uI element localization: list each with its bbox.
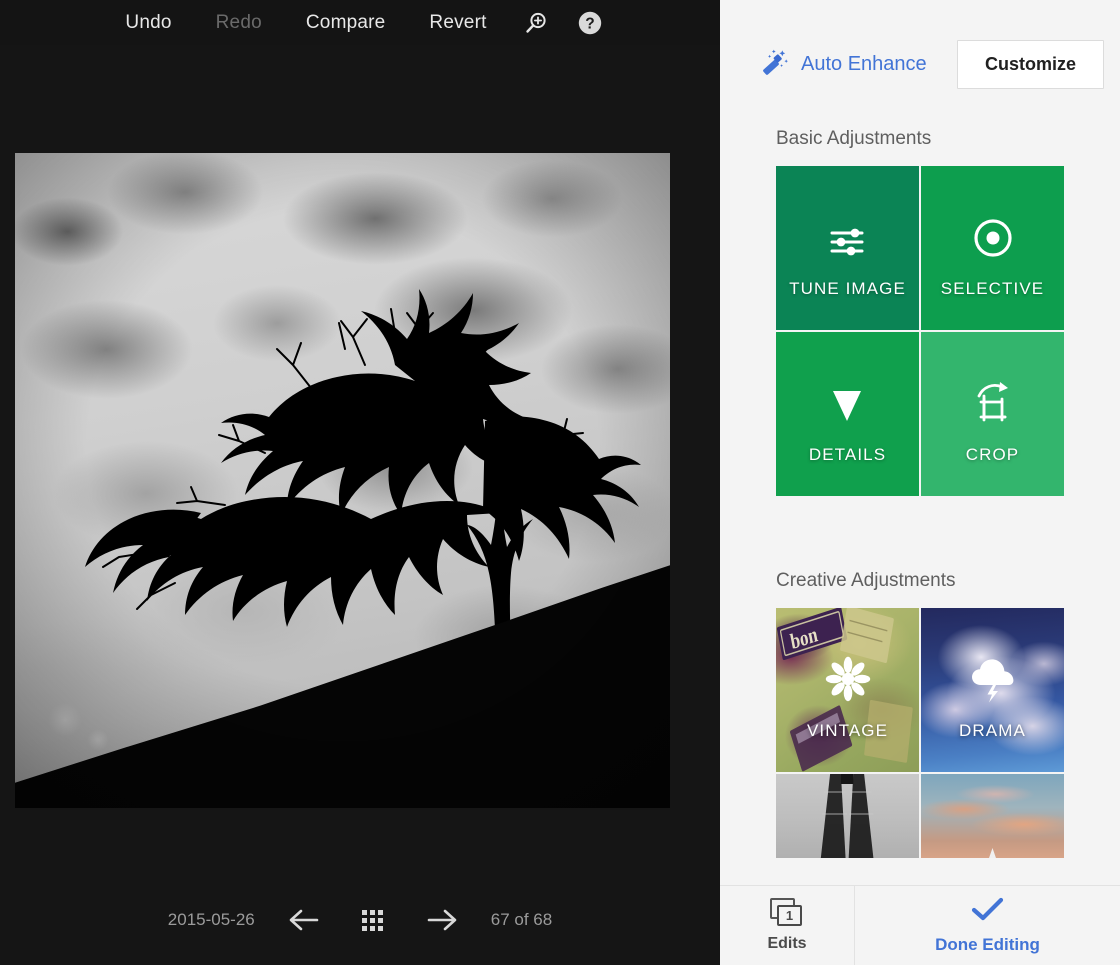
triangle-down-icon [824, 363, 870, 427]
tile-creative-3[interactable] [776, 774, 919, 858]
creative-adjustments-grid: bon VINTAGE DRAMA [776, 608, 1064, 858]
tile-crop[interactable]: CROP [921, 332, 1064, 496]
edits-label: Edits [767, 935, 807, 952]
done-editing-button[interactable]: Done Editing [855, 886, 1120, 965]
sliders-icon [824, 197, 870, 261]
customize-button[interactable]: Customize [956, 39, 1104, 89]
undo-button[interactable]: Undo [103, 0, 193, 45]
photo-canvas[interactable] [15, 153, 670, 808]
compare-button[interactable]: Compare [284, 0, 408, 45]
panel-bottom-bar: 1 Edits Done Editing [720, 885, 1120, 965]
tile-vintage[interactable]: bon VINTAGE [776, 608, 919, 772]
edit-toolbar: Undo Redo Compare Revert ? [0, 0, 720, 45]
photo-counter: 67 of 68 [490, 910, 553, 929]
creative-adjustments-title: Creative Adjustments [776, 570, 956, 591]
tile-label: SELECTIVE [940, 279, 1045, 298]
tile-creative-4[interactable] [921, 774, 1064, 858]
sunset-thumbnail [921, 774, 1064, 858]
checkmark-icon [971, 897, 1005, 928]
auto-enhance-label: Auto Enhance [801, 52, 927, 75]
photo-editor-app: Undo Redo Compare Revert ? 2015-05-26 67… [0, 0, 1120, 965]
viewer-footer: 2015-05-26 67 of 68 [0, 875, 720, 965]
magic-wand-icon [760, 47, 790, 82]
basic-adjustments-grid: TUNE IMAGE SELECTIVE DETAILS CROP [776, 166, 1064, 496]
layers-icon: 1 [770, 898, 804, 928]
zoom-in-icon[interactable] [513, 0, 559, 45]
tile-tune-image[interactable]: TUNE IMAGE [776, 166, 919, 330]
revert-button[interactable]: Revert [407, 0, 508, 45]
tile-selective[interactable]: SELECTIVE [921, 166, 1064, 330]
redo-button[interactable]: Redo [194, 0, 284, 45]
storm-cloud-icon [967, 639, 1019, 703]
svg-text:?: ? [585, 15, 594, 32]
photo-viewer-pane: Undo Redo Compare Revert ? 2015-05-26 67… [0, 0, 720, 965]
edit-tools-panel: Auto Enhance Customize Basic Adjustments [720, 0, 1120, 965]
enhance-row: Auto Enhance Customize [720, 0, 1120, 128]
help-icon[interactable]: ? [567, 0, 613, 45]
photo-date: 2015-05-26 [167, 910, 255, 929]
tile-label: DETAILS [808, 445, 887, 464]
panel-scroll-area[interactable]: Auto Enhance Customize Basic Adjustments [720, 0, 1120, 885]
photo-vignette [15, 153, 670, 808]
basic-adjustments-title: Basic Adjustments [776, 128, 932, 149]
tile-label: CROP [965, 445, 1020, 464]
arrow-left-icon[interactable] [281, 898, 325, 942]
auto-enhance-button[interactable]: Auto Enhance [760, 47, 927, 82]
arrow-right-icon[interactable] [421, 898, 465, 942]
crop-rotate-icon [968, 363, 1018, 427]
tile-label: DRAMA [959, 721, 1026, 740]
target-dot-icon [970, 197, 1016, 261]
flower-icon [824, 639, 872, 703]
tile-label: TUNE IMAGE [789, 279, 906, 298]
edits-button[interactable]: 1 Edits [720, 886, 855, 965]
tile-details[interactable]: DETAILS [776, 332, 919, 496]
tile-label: VINTAGE [806, 721, 889, 740]
grid-view-icon[interactable] [351, 898, 395, 942]
done-editing-label: Done Editing [935, 934, 1040, 954]
tower-thumbnail [776, 774, 919, 858]
edits-count: 1 [777, 905, 802, 926]
tile-drama[interactable]: DRAMA [921, 608, 1064, 772]
